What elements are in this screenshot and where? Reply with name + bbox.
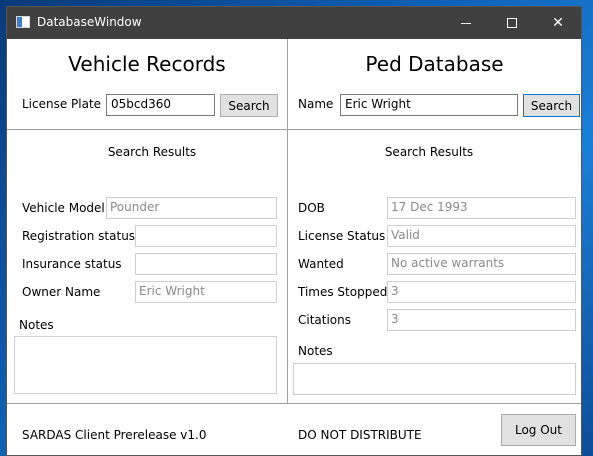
minimize-button[interactable] (443, 7, 489, 39)
registration-status-label: Registration status (22, 229, 136, 243)
vehicle-records-heading: Vehicle Records (68, 52, 226, 76)
ped-search-results-heading: Search Results (384, 145, 474, 159)
close-icon: ✕ (552, 15, 564, 31)
distribution-notice: DO NOT DISTRIBUTE (298, 428, 422, 442)
close-button[interactable]: ✕ (535, 7, 581, 39)
times-stopped-field[interactable]: 3 (387, 281, 576, 303)
owner-name-field[interactable]: Eric Wright (135, 281, 277, 303)
license-plate-input[interactable]: 05bcd360 (106, 94, 215, 116)
license-status-label: License Status (298, 229, 386, 243)
window-title: DatabaseWindow (37, 15, 142, 29)
minimize-icon (461, 22, 471, 24)
vehicle-search-button[interactable]: Search (220, 94, 278, 117)
version-text: SARDAS Client Prerelease v1.0 (22, 428, 207, 442)
footer-divider (7, 403, 581, 404)
panel-divider-vertical (287, 39, 288, 403)
vehicle-model-label: Vehicle Model (22, 201, 105, 215)
ped-notes-box[interactable] (293, 363, 576, 395)
vehicle-model-field[interactable]: Pounder (106, 197, 277, 219)
license-plate-label: License Plate (22, 97, 102, 111)
ped-database-heading: Ped Database (365, 52, 504, 76)
times-stopped-label: Times Stopped (298, 285, 388, 299)
maximize-icon (507, 18, 517, 28)
dob-label: DOB (298, 201, 325, 215)
insurance-status-field[interactable] (135, 253, 277, 275)
vehicle-notes-box[interactable] (14, 336, 277, 394)
citations-label: Citations (298, 313, 352, 327)
app-window-icon (16, 16, 30, 28)
search-divider (7, 129, 581, 130)
citations-field[interactable]: 3 (387, 309, 576, 331)
vehicle-search-results-heading: Search Results (107, 145, 197, 159)
insurance-status-label: Insurance status (22, 257, 122, 271)
license-status-field[interactable]: Valid (387, 225, 576, 247)
ped-search-button[interactable]: Search (523, 94, 580, 117)
wanted-label: Wanted (298, 257, 344, 271)
wanted-field[interactable]: No active warrants (387, 253, 576, 275)
database-window: DatabaseWindow ✕ Vehicle Records License… (6, 6, 582, 456)
ped-name-input[interactable]: Eric Wright (340, 94, 518, 116)
log-out-button[interactable]: Log Out (501, 414, 576, 446)
dob-field[interactable]: 17 Dec 1993 (387, 197, 576, 219)
vehicle-notes-label: Notes (19, 318, 54, 332)
maximize-button[interactable] (489, 7, 535, 39)
ped-notes-label: Notes (298, 344, 333, 358)
registration-status-field[interactable] (135, 225, 277, 247)
owner-name-label: Owner Name (22, 285, 101, 299)
ped-name-label: Name (298, 97, 334, 111)
title-bar[interactable]: DatabaseWindow ✕ (7, 7, 581, 39)
